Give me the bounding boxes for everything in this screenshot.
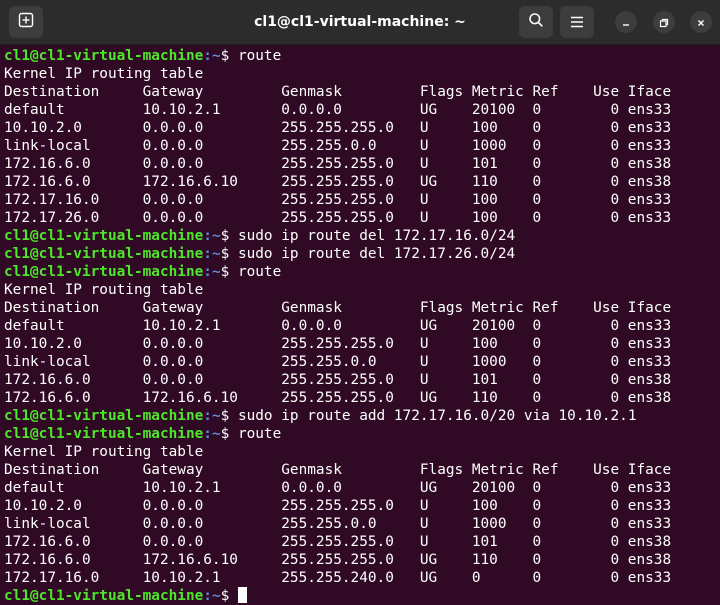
new-tab-icon	[18, 12, 34, 32]
output-text: link-local 0.0.0.0 255.255.0.0 U 1000 0 …	[4, 138, 672, 154]
output-text: 172.17.16.0 0.0.0.0 255.255.255.0 U 100 …	[4, 192, 672, 208]
output-line: 172.16.6.0 172.16.6.10 255.255.255.0 UG …	[4, 551, 720, 569]
output-text: 10.10.2.0 0.0.0.0 255.255.255.0 U 100 0 …	[4, 336, 672, 352]
output-line: link-local 0.0.0.0 255.255.0.0 U 1000 0 …	[4, 515, 720, 533]
output-text: 172.16.6.0 172.16.6.10 255.255.255.0 UG …	[4, 174, 672, 190]
output-text: 172.17.16.0 10.10.2.1 255.255.240.0 UG 0…	[4, 570, 672, 586]
terminal-window: cl1@cl1-virtual-machine: ~ cl1@cl1-virtu…	[0, 0, 720, 605]
prompt-symbol: $	[220, 246, 238, 262]
minimize-icon	[621, 13, 631, 32]
output-text: 172.16.6.0 172.16.6.10 255.255.255.0 UG …	[4, 390, 672, 406]
prompt-path: :~	[203, 264, 221, 280]
command-text: sudo ip route del 172.17.26.0/24	[237, 246, 516, 262]
text-cursor[interactable]	[237, 587, 247, 603]
output-text: 172.16.6.0 0.0.0.0 255.255.255.0 U 101 0…	[4, 534, 672, 550]
command-text: sudo ip route del 172.17.16.0/24	[237, 228, 516, 244]
prompt-symbol: $	[220, 588, 238, 604]
output-text: Destination Gateway Genmask Flags Metric…	[4, 84, 672, 100]
prompt-path: :~	[203, 408, 221, 424]
output-line: 172.16.6.0 0.0.0.0 255.255.255.0 U 101 0…	[4, 371, 720, 389]
output-line: Kernel IP routing table	[4, 65, 720, 83]
prompt-user: cl1@cl1-virtual-machine	[4, 246, 204, 262]
output-text: Destination Gateway Genmask Flags Metric…	[4, 462, 672, 478]
output-text: Kernel IP routing table	[4, 282, 204, 298]
output-text: link-local 0.0.0.0 255.255.0.0 U 1000 0 …	[4, 354, 672, 370]
output-text: 10.10.2.0 0.0.0.0 255.255.255.0 U 100 0 …	[4, 498, 672, 514]
output-line: Destination Gateway Genmask Flags Metric…	[4, 299, 720, 317]
prompt-line: cl1@cl1-virtual-machine:~$	[4, 587, 720, 605]
close-icon	[696, 13, 706, 32]
window-title: cl1@cl1-virtual-machine: ~	[254, 14, 466, 30]
prompt-user: cl1@cl1-virtual-machine	[4, 228, 204, 244]
output-text: Kernel IP routing table	[4, 444, 204, 460]
prompt-line: cl1@cl1-virtual-machine:~$ sudo ip route…	[4, 245, 720, 263]
output-line: 172.16.6.0 0.0.0.0 255.255.255.0 U 101 0…	[4, 155, 720, 173]
command-text: route	[237, 264, 282, 280]
command-text: route	[237, 426, 282, 442]
prompt-user: cl1@cl1-virtual-machine	[4, 588, 204, 604]
prompt-user: cl1@cl1-virtual-machine	[4, 426, 204, 442]
new-tab-button[interactable]	[9, 6, 43, 38]
prompt-path: :~	[203, 228, 221, 244]
prompt-symbol: $	[220, 264, 238, 280]
prompt-symbol: $	[220, 426, 238, 442]
prompt-path: :~	[203, 588, 221, 604]
prompt-user: cl1@cl1-virtual-machine	[4, 264, 204, 280]
output-text: 10.10.2.0 0.0.0.0 255.255.255.0 U 100 0 …	[4, 120, 672, 136]
prompt-symbol: $	[220, 48, 238, 64]
prompt-line: cl1@cl1-virtual-machine:~$ route	[4, 263, 720, 281]
prompt-line: cl1@cl1-virtual-machine:~$ route	[4, 47, 720, 65]
output-line: 172.16.6.0 172.16.6.10 255.255.255.0 UG …	[4, 389, 720, 407]
output-line: Destination Gateway Genmask Flags Metric…	[4, 461, 720, 479]
command-text: sudo ip route add 172.17.16.0/20 via 10.…	[237, 408, 637, 424]
output-text: Kernel IP routing table	[4, 66, 204, 82]
output-line: Kernel IP routing table	[4, 281, 720, 299]
title-bar[interactable]: cl1@cl1-virtual-machine: ~	[0, 0, 720, 45]
output-line: link-local 0.0.0.0 255.255.0.0 U 1000 0 …	[4, 353, 720, 371]
output-line: 172.16.6.0 172.16.6.10 255.255.255.0 UG …	[4, 173, 720, 191]
close-button[interactable]	[690, 11, 712, 33]
prompt-user: cl1@cl1-virtual-machine	[4, 408, 204, 424]
output-line: 172.16.6.0 0.0.0.0 255.255.255.0 U 101 0…	[4, 533, 720, 551]
output-text: 172.17.26.0 0.0.0.0 255.255.255.0 U 100 …	[4, 210, 672, 226]
output-line: 172.17.16.0 10.10.2.1 255.255.240.0 UG 0…	[4, 569, 720, 587]
output-text: 172.16.6.0 172.16.6.10 255.255.255.0 UG …	[4, 552, 672, 568]
output-text: link-local 0.0.0.0 255.255.0.0 U 1000 0 …	[4, 516, 672, 532]
output-line: 172.17.16.0 0.0.0.0 255.255.255.0 U 100 …	[4, 191, 720, 209]
output-line: 10.10.2.0 0.0.0.0 255.255.255.0 U 100 0 …	[4, 497, 720, 515]
output-line: 172.17.26.0 0.0.0.0 255.255.255.0 U 100 …	[4, 209, 720, 227]
output-line: 10.10.2.0 0.0.0.0 255.255.255.0 U 100 0 …	[4, 335, 720, 353]
output-line: default 10.10.2.1 0.0.0.0 UG 20100 0 0 e…	[4, 479, 720, 497]
search-button[interactable]	[519, 6, 553, 38]
output-line: Kernel IP routing table	[4, 443, 720, 461]
output-line: 10.10.2.0 0.0.0.0 255.255.255.0 U 100 0 …	[4, 119, 720, 137]
prompt-line: cl1@cl1-virtual-machine:~$ sudo ip route…	[4, 407, 720, 425]
prompt-path: :~	[203, 426, 221, 442]
output-text: default 10.10.2.1 0.0.0.0 UG 20100 0 0 e…	[4, 480, 672, 496]
minimize-button[interactable]	[615, 11, 637, 33]
output-text: default 10.10.2.1 0.0.0.0 UG 20100 0 0 e…	[4, 318, 672, 334]
output-text: 172.16.6.0 0.0.0.0 255.255.255.0 U 101 0…	[4, 372, 672, 388]
search-icon	[528, 12, 544, 32]
output-text: 172.16.6.0 0.0.0.0 255.255.255.0 U 101 0…	[4, 156, 672, 172]
terminal-output[interactable]: cl1@cl1-virtual-machine:~$ route Kernel I…	[0, 45, 720, 605]
prompt-symbol: $	[220, 228, 238, 244]
prompt-path: :~	[203, 246, 221, 262]
output-line: default 10.10.2.1 0.0.0.0 UG 20100 0 0 e…	[4, 317, 720, 335]
maximize-button[interactable]	[653, 11, 675, 33]
output-text: Destination Gateway Genmask Flags Metric…	[4, 300, 672, 316]
prompt-line: cl1@cl1-virtual-machine:~$ route	[4, 425, 720, 443]
output-line: Destination Gateway Genmask Flags Metric…	[4, 83, 720, 101]
command-text: route	[237, 48, 282, 64]
prompt-user: cl1@cl1-virtual-machine	[4, 48, 204, 64]
hamburger-menu-icon	[570, 13, 584, 32]
prompt-path: :~	[203, 48, 221, 64]
maximize-icon	[659, 13, 669, 32]
prompt-symbol: $	[220, 408, 238, 424]
output-line: default 10.10.2.1 0.0.0.0 UG 20100 0 0 e…	[4, 101, 720, 119]
output-line: link-local 0.0.0.0 255.255.0.0 U 1000 0 …	[4, 137, 720, 155]
menu-button[interactable]	[560, 6, 594, 38]
prompt-line: cl1@cl1-virtual-machine:~$ sudo ip route…	[4, 227, 720, 245]
output-text: default 10.10.2.1 0.0.0.0 UG 20100 0 0 e…	[4, 102, 672, 118]
